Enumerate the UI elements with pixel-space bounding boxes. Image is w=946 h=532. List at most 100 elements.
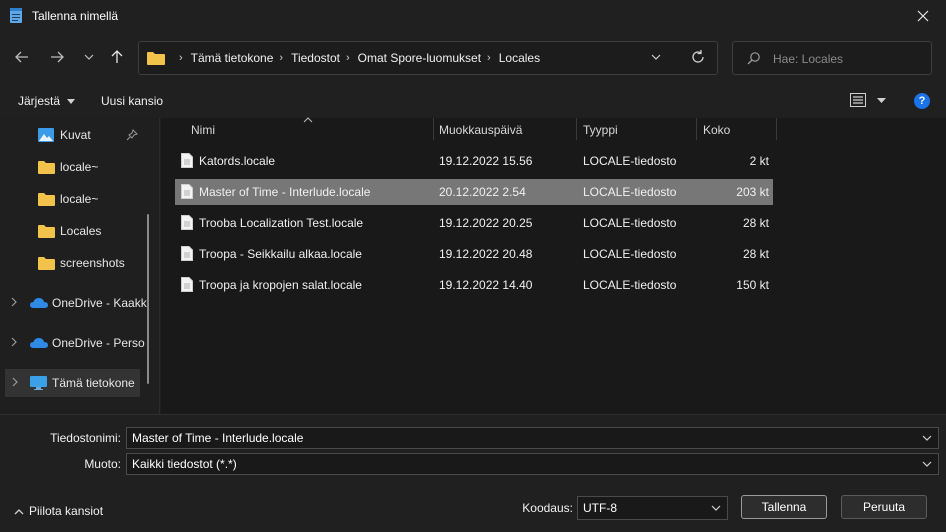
breadcrumb-item[interactable]: Locales — [499, 51, 540, 65]
folder-icon — [147, 52, 165, 65]
file-row[interactable]: Trooba Localization Test.locale 19.12.20… — [175, 210, 773, 236]
chevron-right-icon[interactable] — [10, 297, 18, 307]
breadcrumb-item[interactable]: Tiedostot — [291, 51, 340, 65]
pin-icon[interactable] — [126, 129, 138, 141]
chevron-right-icon: › — [487, 52, 491, 64]
breadcrumb-item[interactable]: Omat Spore-luomukset — [358, 51, 481, 65]
column-divider[interactable] — [776, 118, 777, 140]
column-divider[interactable] — [696, 118, 697, 140]
file-size: 2 kt — [749, 154, 769, 168]
format-label: Muoto: — [84, 457, 121, 471]
file-size: 150 kt — [736, 278, 769, 292]
chevron-down-icon[interactable] — [922, 433, 932, 443]
file-row[interactable]: Troopa - Seikkailu alkaa.locale 19.12.20… — [175, 241, 773, 267]
filename-value: Master of Time - Interlude.locale — [132, 431, 304, 445]
pictures-icon — [38, 128, 54, 142]
column-divider[interactable] — [576, 118, 577, 140]
onedrive-icon — [30, 298, 48, 308]
hide-folders-button[interactable]: Piilota kansiot — [14, 504, 103, 518]
search-icon — [747, 52, 760, 65]
file-icon — [181, 277, 193, 292]
computer-icon — [30, 376, 47, 390]
sidebar-item-onedrive-work[interactable]: OneDrive - Kaakk — [0, 289, 147, 317]
file-row[interactable]: Katords.locale 19.12.2022 15.56 LOCALE-t… — [175, 148, 773, 174]
chevron-right-icon: › — [345, 52, 350, 64]
sidebar-item-label: Locales — [60, 224, 102, 238]
chevron-up-icon — [14, 509, 24, 515]
hide-folders-label: Piilota kansiot — [29, 504, 104, 518]
file-icon — [181, 153, 193, 168]
breadcrumb-item[interactable]: Tämä tietokone — [191, 51, 274, 65]
format-select[interactable]: Kaikki tiedostot (*.*) — [126, 453, 939, 475]
sidebar-item-locale-2[interactable]: locale~ — [0, 185, 145, 213]
new-folder-button[interactable]: Uusi kansio — [101, 94, 163, 108]
forward-arrow-icon — [51, 51, 64, 63]
help-icon[interactable]: ? — [914, 93, 930, 109]
sidebar-item-pictures[interactable]: Kuvat — [0, 121, 145, 149]
sidebar-item-label: OneDrive - Perso — [52, 336, 145, 350]
window-title: Tallenna nimellä — [32, 9, 119, 23]
sidebar-scrollbar[interactable] — [147, 214, 149, 384]
chevron-down-icon — [84, 54, 94, 60]
column-header-name[interactable]: Nimi — [191, 123, 215, 149]
format-value: Kaikki tiedostot (*.*) — [132, 457, 237, 471]
address-bar[interactable]: › Tämä tietokone › Tiedostot › Omat Spor… — [138, 41, 718, 75]
file-modified: 19.12.2022 20.48 — [439, 247, 533, 261]
filename-field[interactable]: Master of Time - Interlude.locale — [126, 427, 939, 449]
file-row[interactable]: Master of Time - Interlude.locale 20.12.… — [175, 179, 773, 205]
notepad-icon — [10, 8, 22, 23]
back-button[interactable] — [9, 44, 35, 70]
chevron-down-icon[interactable] — [922, 459, 932, 469]
folder-icon — [38, 257, 55, 270]
chevron-right-icon[interactable] — [10, 337, 18, 347]
file-list: Nimi Muokkauspäivä Tyyppi Koko Katords.l… — [161, 117, 946, 414]
forward-button[interactable] — [44, 44, 70, 70]
save-options-panel: Tiedostonimi: Master of Time - Interlude… — [0, 414, 946, 532]
chevron-right-icon: › — [279, 52, 284, 64]
up-button[interactable] — [104, 44, 130, 70]
sidebar-item-locales[interactable]: Locales — [0, 217, 145, 245]
search-input[interactable]: Hae: Locales — [732, 41, 932, 75]
organize-button[interactable]: Järjestä — [18, 94, 76, 108]
file-type: LOCALE-tiedosto — [583, 154, 677, 168]
file-type: LOCALE-tiedosto — [583, 216, 677, 230]
column-header-modified[interactable]: Muokkauspäivä — [439, 123, 522, 149]
file-icon — [181, 184, 193, 199]
file-name: Troopa - Seikkailu alkaa.locale — [199, 247, 362, 261]
sidebar-item-screenshots[interactable]: screenshots — [0, 249, 145, 277]
view-options-button[interactable] — [850, 93, 887, 110]
file-type: LOCALE-tiedosto — [583, 247, 677, 261]
chevron-right-icon[interactable] — [11, 377, 19, 387]
save-button[interactable]: Tallenna — [741, 495, 827, 519]
sidebar-item-label: Tämä tietokone — [52, 376, 135, 390]
file-name: Master of Time - Interlude.locale — [199, 185, 371, 199]
address-dropdown-icon[interactable] — [649, 50, 663, 64]
filename-label: Tiedostonimi: — [50, 431, 121, 445]
title-bar: Tallenna nimellä — [0, 0, 946, 32]
recent-locations-button[interactable] — [76, 44, 102, 70]
refresh-icon[interactable] — [690, 49, 706, 65]
file-name: Trooba Localization Test.locale — [199, 216, 364, 230]
encoding-select[interactable]: UTF-8 — [577, 496, 728, 520]
navigation-pane: Kuvat locale~ locale~ Locales screenshot… — [0, 118, 160, 414]
details-view-icon — [850, 93, 866, 107]
sidebar-item-locale-1[interactable]: locale~ — [0, 153, 145, 181]
cancel-button[interactable]: Peruuta — [841, 495, 927, 519]
file-size: 28 kt — [742, 247, 769, 261]
column-header-size[interactable]: Koko — [703, 123, 730, 149]
file-name: Katords.locale — [199, 154, 276, 168]
close-button[interactable] — [900, 0, 946, 32]
column-header-type[interactable]: Tyyppi — [583, 123, 618, 149]
file-modified: 20.12.2022 2.54 — [439, 185, 526, 199]
back-arrow-icon — [15, 51, 28, 63]
file-row[interactable]: Troopa ja kropojen salat.locale 19.12.20… — [175, 272, 773, 298]
sidebar-item-this-pc[interactable]: Tämä tietokone — [5, 369, 140, 397]
caret-down-icon — [67, 99, 76, 105]
file-icon — [181, 246, 193, 261]
chevron-down-icon[interactable] — [711, 503, 721, 513]
command-bar: Järjestä Uusi kansio — [0, 84, 946, 118]
sidebar-item-onedrive-personal[interactable]: OneDrive - Perso — [0, 329, 145, 357]
sidebar-item-label: OneDrive - Kaakk — [52, 296, 147, 310]
onedrive-icon — [30, 338, 48, 348]
column-divider[interactable] — [433, 118, 434, 140]
